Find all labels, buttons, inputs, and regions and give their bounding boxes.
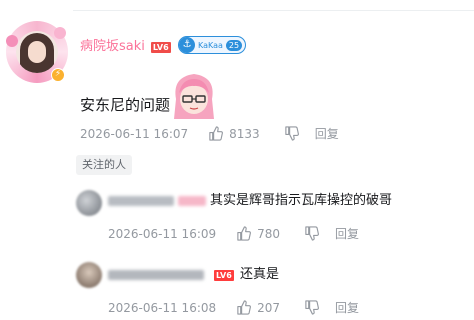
dislike-button[interactable]: [304, 226, 319, 241]
reply-avatar[interactable]: [76, 262, 102, 288]
like-button[interactable]: 207: [236, 300, 280, 315]
user-avatar[interactable]: ⚡: [6, 21, 68, 83]
reply-username-blurred[interactable]: [108, 196, 174, 206]
divider-line: [73, 10, 474, 11]
level-badge: LV6: [150, 41, 171, 53]
fan-medal-badge[interactable]: ⚓ KaKaa 25: [178, 36, 247, 54]
reply-badge-blurred: [178, 196, 206, 206]
thumb-down-icon: [305, 300, 319, 315]
fan-medal-level: 25: [225, 39, 243, 51]
reply-time: 2026-06-11 16:08: [108, 300, 217, 315]
thumb-down-icon: [285, 126, 299, 141]
like-count: 8133: [229, 126, 260, 141]
username[interactable]: 病院坂saki: [80, 38, 145, 56]
reply-text: 其实是辉哥指示瓦库操控的破哥: [210, 193, 393, 208]
reply-button[interactable]: 回复: [335, 299, 359, 316]
thumb-down-icon: [305, 226, 319, 241]
thumb-up-icon: [209, 126, 224, 141]
reply-button[interactable]: 回复: [335, 225, 359, 242]
following-tag: 关注的人: [76, 155, 132, 175]
comment-time: 2026-06-11 16:07: [80, 126, 189, 141]
fan-medal-icon: ⚓: [179, 37, 195, 53]
like-button[interactable]: 8133: [208, 126, 260, 141]
comment-text: 安东尼的问题: [80, 96, 171, 114]
level-badge: LV6: [214, 270, 234, 281]
avatar-frame-flower: [54, 27, 66, 39]
fan-medal-name: KaKaa: [198, 40, 223, 50]
reply-username-blurred[interactable]: [108, 270, 204, 280]
dislike-button[interactable]: [284, 126, 299, 141]
vip-lightning-icon: ⚡: [51, 68, 65, 82]
thumb-up-icon: [237, 226, 252, 241]
reply-time: 2026-06-11 16:09: [108, 226, 217, 241]
avatar-frame-flower: [6, 35, 18, 47]
like-count: 780: [257, 226, 281, 241]
thumb-up-icon: [237, 300, 252, 315]
reply-text: 还真是: [240, 267, 280, 282]
reply-button[interactable]: 回复: [315, 125, 339, 142]
like-button[interactable]: 780: [236, 226, 280, 241]
avatar-image: [16, 31, 58, 73]
dislike-button[interactable]: [304, 300, 319, 315]
like-count: 207: [257, 300, 281, 315]
emoji-sticker-icon: [174, 74, 214, 119]
reply-avatar[interactable]: [76, 190, 102, 216]
